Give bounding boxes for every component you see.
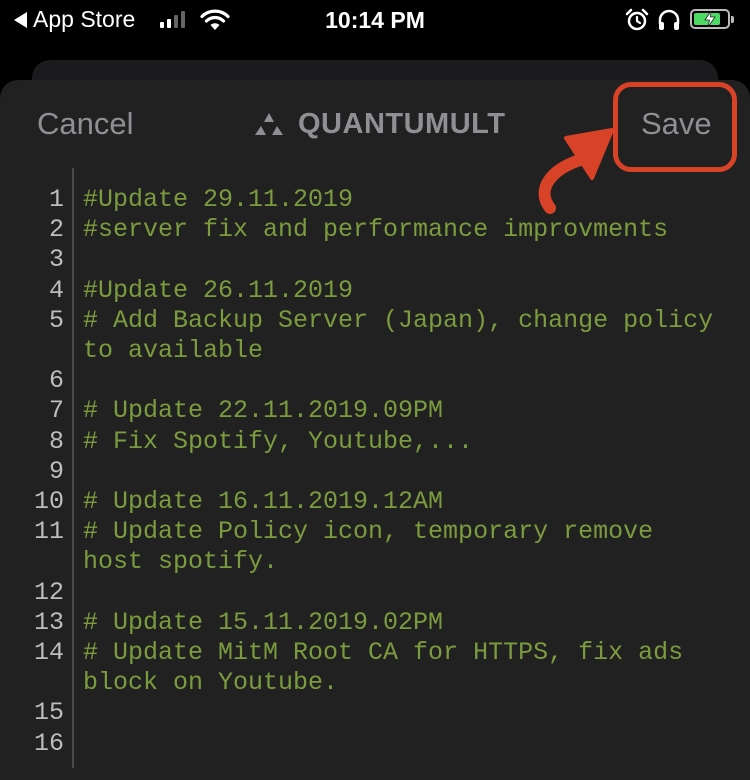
- code-line: 16: [0, 729, 750, 759]
- line-number: 10: [33, 487, 64, 516]
- battery-charging-icon: [690, 9, 734, 29]
- line-number: 5: [48, 305, 64, 335]
- code-line: 4 #Update 26.11.2019: [0, 276, 750, 306]
- code-line-wrap: to available: [0, 336, 750, 366]
- code-text: #Update 26.11.2019: [83, 275, 354, 305]
- code-line-wrap: host spotify.: [0, 547, 750, 577]
- code-text: # Update Policy icon, temporary remove: [83, 517, 654, 547]
- code-text: # Update 22.11.2019.09PM: [83, 396, 444, 426]
- line-number: 13: [33, 607, 64, 637]
- code-editor[interactable]: 1 #Update 29.11.2019 2 #server fix and perf…: [0, 168, 750, 768]
- code-line: 11 # Update Policy icon, temporary remove: [0, 517, 750, 547]
- code-line: 6: [0, 366, 750, 396]
- code-line: 8 # Fix Spotify, Youtube,...: [0, 427, 750, 457]
- code-text-continued: block on Youtube.: [83, 668, 339, 698]
- line-number: 16: [33, 728, 64, 758]
- code-text: # Update 16.11.2019.12AM: [83, 487, 444, 516]
- line-number: 2: [48, 215, 64, 245]
- code-text: # Add Backup Server (Japan), change poli…: [83, 305, 714, 335]
- nav-title: QUANTUMULT: [252, 108, 505, 141]
- line-number: 12: [33, 577, 64, 607]
- line-number: 6: [48, 366, 64, 396]
- nav-title-text: QUANTUMULT: [298, 108, 506, 140]
- code-text-continued: to available: [83, 336, 264, 365]
- cancel-button[interactable]: Cancel: [37, 106, 134, 142]
- line-number: 4: [48, 275, 64, 305]
- code-line: 2 #server fix and performance improvments: [0, 215, 750, 245]
- code-line: 1 #Update 29.11.2019: [0, 185, 750, 215]
- code-line: 12: [0, 578, 750, 608]
- line-number: 1: [48, 185, 64, 214]
- code-line: 15: [0, 698, 750, 728]
- code-text: # Update MitM Root CA for HTTPS, fix ads: [83, 638, 684, 667]
- line-number: 8: [48, 426, 64, 456]
- code-line-wrap: block on Youtube.: [0, 668, 750, 698]
- code-line: 5 # Add Backup Server (Japan), change pol…: [0, 306, 750, 336]
- code-line: 13 # Update 15.11.2019.02PM: [0, 608, 750, 638]
- line-number: 9: [48, 456, 64, 486]
- save-button[interactable]: Save: [641, 106, 712, 142]
- alarm-clock-icon: [625, 8, 649, 31]
- code-line: 7 # Update 22.11.2019.09PM: [0, 396, 750, 426]
- code-text: #Update 29.11.2019: [83, 185, 354, 214]
- code-text: #server fix and performance improvments: [83, 215, 669, 245]
- code-text: # Update 15.11.2019.02PM: [83, 607, 444, 637]
- status-bar: App Store 10:14 PM: [0, 0, 750, 42]
- code-text-continued: host spotify.: [83, 547, 279, 577]
- code-line: 3: [0, 245, 750, 275]
- line-number: 11: [33, 517, 64, 547]
- code-line: 9: [0, 457, 750, 487]
- line-number: 7: [48, 396, 64, 426]
- headphones-icon: [658, 9, 680, 30]
- line-number: 3: [48, 245, 64, 275]
- code-line: 10 # Update 16.11.2019.12AM: [0, 487, 750, 517]
- code-text: # Fix Spotify, Youtube,...: [83, 426, 474, 456]
- line-number: 14: [33, 638, 64, 667]
- line-number: 15: [33, 698, 64, 728]
- code-line: 14 # Update MitM Root CA for HTTPS, fix a…: [0, 638, 750, 668]
- quantumult-logo-icon: [255, 112, 283, 135]
